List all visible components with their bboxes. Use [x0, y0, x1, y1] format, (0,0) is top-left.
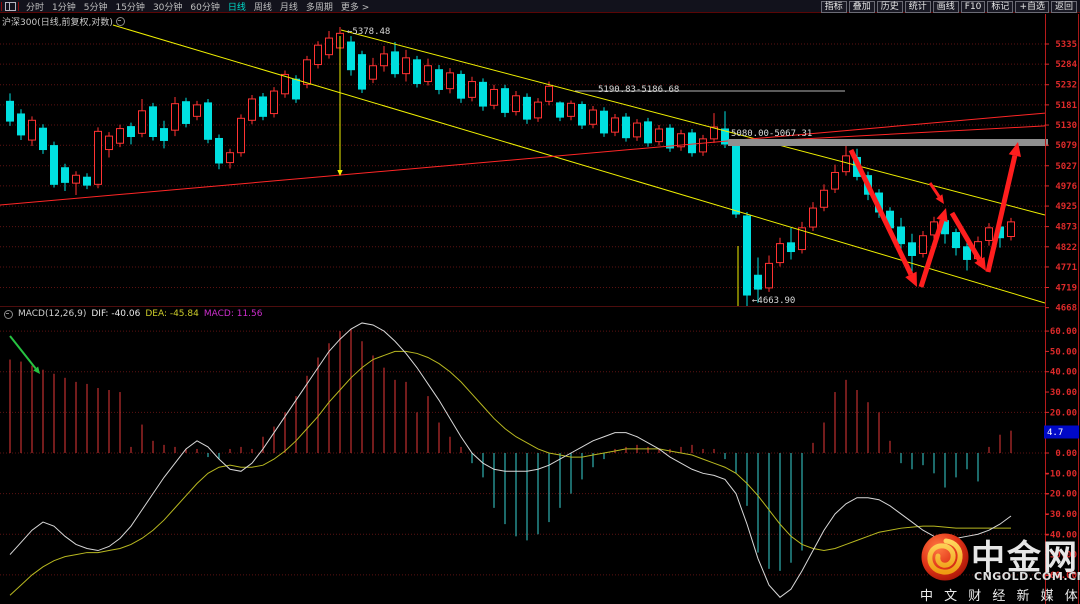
- toolbar-button-4[interactable]: 画线: [933, 1, 959, 13]
- axis-label: 5335: [1055, 40, 1077, 50]
- axis-label: 5284: [1055, 60, 1077, 70]
- separator: [1, 2, 2, 11]
- axis-label: 4976: [1055, 182, 1077, 192]
- trading-app-window: 分时1分钟5分钟15分钟30分钟60分钟日线周线月线多周期更多 > 指标叠加历史…: [0, 0, 1080, 604]
- peak-price-label: ←5378.48: [347, 27, 390, 37]
- cngold-logo-icon: [920, 532, 970, 582]
- macd-panel[interactable]: [0, 323, 1045, 597]
- axis-label: 20.00: [1050, 408, 1077, 418]
- period-tab-0[interactable]: 分时: [22, 0, 48, 13]
- logo-domain-text: CNGOLD.COM.CN: [974, 570, 1080, 583]
- period-tab-1[interactable]: 1分钟: [48, 0, 80, 13]
- axis-label: 4668: [1055, 304, 1077, 314]
- axis-label: 4925: [1055, 202, 1077, 212]
- period-tab-9[interactable]: 多周期: [302, 0, 337, 13]
- toolbar-button-8[interactable]: 返回: [1051, 1, 1077, 13]
- indicator-circle-icon[interactable]: [4, 310, 13, 319]
- macd-formula-label: MACD(12,26,9): [18, 309, 86, 319]
- toolbar-button-2[interactable]: 历史: [877, 1, 903, 13]
- toolbar-button-5[interactable]: F10: [961, 1, 986, 13]
- instrument-title: 沪深300(日线,前复权,对数): [2, 15, 113, 28]
- instrument-title-row: 沪深300(日线,前复权,对数): [2, 15, 125, 28]
- macd-header: MACD(12,26,9) DIF: -40.06 DEA: -45.84 MA…: [0, 306, 1045, 321]
- axis-label: 5181: [1055, 101, 1077, 111]
- toolbar-button-0[interactable]: 指标: [821, 1, 847, 13]
- separator: [18, 2, 19, 11]
- red-arrow-down-1[interactable]: [851, 150, 917, 287]
- low-price-label: ←4663.90: [752, 296, 795, 306]
- axis-label: 40.00: [1050, 368, 1077, 378]
- axis-label: -30.00: [1044, 510, 1077, 520]
- axis-label: 0.00: [1055, 449, 1077, 459]
- period-menu: 分时1分钟5分钟15分钟30分钟60分钟日线周线月线多周期更多 >: [22, 0, 373, 13]
- logo-tagline-text: 中 文 财 经 新 媒 体: [920, 585, 1080, 604]
- axis-label: 4873: [1055, 223, 1077, 233]
- period-tab-4[interactable]: 30分钟: [149, 0, 186, 13]
- period-tab-10[interactable]: 更多 >: [337, 0, 373, 13]
- red-ascending-main[interactable]: [0, 110, 1080, 205]
- period-tab-2[interactable]: 5分钟: [80, 0, 112, 13]
- chart-canvas[interactable]: ←5378.48 5190.83-5186.68 5080.00-5067.31 ←4…: [0, 0, 1080, 604]
- axis-label: 4771: [1055, 263, 1077, 273]
- top-menu-bar: 分时1分钟5分钟15分钟30分钟60分钟日线周线月线多周期更多 > 指标叠加历史…: [0, 0, 1080, 13]
- green-macd-arrow[interactable]: [10, 336, 40, 374]
- dea-value-label: DEA: -45.84: [145, 309, 199, 319]
- axis-label: 60.00: [1050, 327, 1077, 337]
- toolbar-button-7[interactable]: +自选: [1015, 1, 1049, 13]
- axis-label: -10.00: [1044, 469, 1077, 479]
- dif-value-label: DIF: -40.06: [91, 309, 140, 319]
- dif-line: [10, 323, 1011, 597]
- settings-circle-icon[interactable]: [116, 17, 125, 26]
- toolbar-button-3[interactable]: 统计: [905, 1, 931, 13]
- cngold-watermark: 中金网 CNGOLD.COM.CN 中 文 财 经 新 媒 体: [918, 530, 1080, 602]
- gap-label-2: 5080.00-5067.31: [731, 129, 812, 139]
- resistance-zone[interactable]: [728, 139, 1048, 146]
- toolbar-menu: 指标叠加历史统计画线F10标记+自选返回: [821, 1, 1077, 13]
- axis-label: 5232: [1055, 81, 1077, 91]
- axis-label: -20.00: [1044, 490, 1077, 500]
- value-badge-text: 4.7: [1047, 428, 1063, 438]
- period-tab-7[interactable]: 周线: [250, 0, 276, 13]
- period-tab-5[interactable]: 60分钟: [186, 0, 223, 13]
- window-icon[interactable]: [5, 2, 16, 11]
- period-tab-3[interactable]: 15分钟: [111, 0, 148, 13]
- main-chart-panel[interactable]: [0, 25, 1080, 309]
- toolbar-button-6[interactable]: 标记: [987, 1, 1013, 13]
- period-tab-6[interactable]: 日线: [224, 0, 250, 13]
- axis-label: 4719: [1055, 284, 1077, 294]
- axis-label: 50.00: [1050, 347, 1077, 357]
- toolbar-button-1[interactable]: 叠加: [849, 1, 875, 13]
- gap-label-1: 5190.83-5186.68: [598, 85, 679, 95]
- axis-label: 5027: [1055, 162, 1077, 172]
- axis-label: 4822: [1055, 243, 1077, 253]
- dea-line: [10, 351, 1011, 595]
- period-tab-8[interactable]: 月线: [276, 0, 302, 13]
- yellow-drop-arrow[interactable]: [337, 36, 342, 176]
- macd-value-label: MACD: 11.56: [204, 309, 263, 319]
- axis-label: 5079: [1055, 141, 1077, 151]
- axis-label: 30.00: [1050, 388, 1077, 398]
- axis-label: 5130: [1055, 121, 1077, 131]
